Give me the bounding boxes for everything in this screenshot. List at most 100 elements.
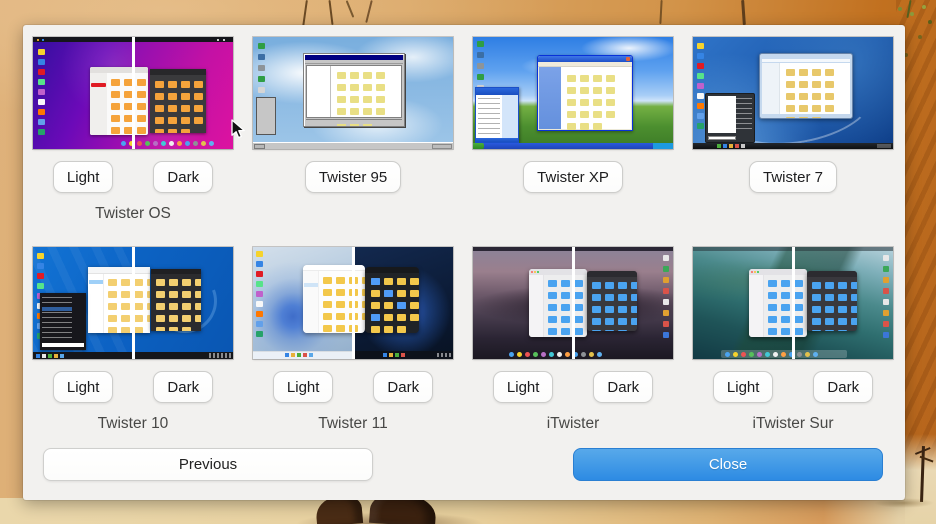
- selected-item-highlight: [304, 283, 318, 287]
- grass-tufts: [922, 5, 926, 9]
- dark-button[interactable]: Dark: [813, 371, 874, 403]
- start-menu: [256, 97, 276, 135]
- taskbar: [693, 143, 893, 149]
- start-menu-programs: [708, 96, 736, 133]
- ribbon-toolbar: [88, 267, 150, 274]
- theme-tile-twister-95: Twister 95: [253, 37, 453, 193]
- start-menu-header: [476, 88, 518, 95]
- file-manager-window-light: [88, 267, 150, 333]
- window-body: [306, 65, 402, 118]
- window-menubar: [305, 60, 403, 64]
- twig: [328, 0, 334, 26]
- split-divider: [792, 247, 795, 359]
- previous-button[interactable]: Previous: [43, 448, 373, 481]
- start-menu-items: [42, 297, 72, 340]
- plant-stem: [741, 0, 746, 26]
- theme-tile-itwister: Light Dark iTwister: [473, 247, 673, 435]
- light-button[interactable]: Light: [52, 371, 114, 403]
- theme-tile-twister-xp: Twister XP: [473, 37, 673, 193]
- variant-buttons: Light Dark: [33, 371, 233, 403]
- start-menu-right-column: [502, 95, 518, 138]
- folder-tree-pane: [307, 66, 331, 117]
- dialog-footer: Previous Close: [23, 448, 905, 481]
- window-titlebar: [365, 267, 419, 273]
- window-titlebar: [807, 271, 857, 277]
- theme-name-label: iTwister: [546, 415, 600, 432]
- dock-icons: [509, 352, 514, 357]
- start-menu-footer: [476, 138, 518, 142]
- desktop-icons: [38, 49, 45, 55]
- file-manager-window-light: [90, 67, 148, 135]
- taskbar-clock: [209, 353, 231, 358]
- light-button[interactable]: Light: [492, 371, 554, 403]
- taskbar-clock: [877, 144, 891, 148]
- desktop-icons: [256, 251, 263, 257]
- start-menu: [40, 293, 86, 350]
- theme-preview-itwister: [473, 247, 673, 359]
- split-divider: [352, 247, 355, 359]
- light-button[interactable]: Light: [52, 161, 114, 193]
- twister-7-button[interactable]: Twister 7: [748, 161, 837, 193]
- finder-window-light: [749, 269, 807, 337]
- folder-grid: [548, 280, 557, 287]
- start-menu: [475, 87, 519, 143]
- start-menu-left-column: [478, 98, 500, 136]
- light-button[interactable]: Light: [712, 371, 774, 403]
- finder-sidebar: [749, 275, 764, 337]
- twister-95-button[interactable]: Twister 95: [304, 161, 402, 193]
- start-menu-search: [42, 343, 84, 347]
- window-titlebar: [587, 271, 637, 277]
- close-button[interactable]: Close: [573, 448, 883, 481]
- variant-buttons: Twister 95: [253, 161, 453, 193]
- variant-buttons: Light Dark: [33, 161, 233, 193]
- twister-xp-button[interactable]: Twister XP: [523, 161, 623, 193]
- theme-tile-twister-11: Light Dark Twister 11: [253, 247, 453, 435]
- split-divider: [572, 247, 575, 359]
- mouse-cursor-icon: [230, 119, 246, 145]
- taskbar-icons: [383, 353, 387, 357]
- file-manager-window-light: [303, 265, 365, 333]
- finder-window-dark: [807, 271, 857, 331]
- dark-button[interactable]: Dark: [373, 371, 434, 403]
- twig: [302, 0, 308, 28]
- folder-grid: [567, 75, 576, 82]
- desktop-icons: [258, 43, 265, 49]
- folder-grid: [156, 279, 165, 286]
- finder-window-light: [529, 269, 587, 337]
- dark-button[interactable]: Dark: [593, 371, 654, 403]
- theme-preview-twister-7: [693, 37, 893, 149]
- theme-name-label: Twister OS: [95, 205, 171, 222]
- variant-buttons: Light Dark: [693, 371, 893, 403]
- theme-preview-twister-os: [33, 37, 233, 149]
- twig: [365, 0, 373, 23]
- file-manager-window-dark: [150, 69, 206, 133]
- taskbar: [253, 142, 453, 149]
- split-divider: [132, 247, 135, 359]
- light-button[interactable]: Light: [272, 371, 334, 403]
- desktop-icons: [477, 41, 484, 47]
- variant-buttons: Light Dark: [473, 371, 673, 403]
- file-manager-window: [537, 55, 633, 131]
- traffic-light-buttons: [751, 271, 753, 273]
- folder-grid: [155, 81, 164, 88]
- folder-grid: [812, 282, 821, 289]
- start-button: [254, 144, 265, 149]
- theme-preview-twister-11: [253, 247, 453, 359]
- taskbar-icons: [717, 144, 721, 148]
- theme-tile-itwister-sur: Light Dark iTwister Sur: [693, 247, 893, 435]
- dark-button[interactable]: Dark: [153, 371, 214, 403]
- selected-item-highlight: [91, 83, 106, 87]
- file-manager-window-dark: [365, 267, 419, 333]
- window-body: [539, 67, 631, 129]
- start-menu-highlight: [42, 307, 72, 311]
- navigation-pane: [762, 63, 780, 114]
- start-menu-right-column: [736, 98, 752, 133]
- taskbar-icons: [285, 353, 289, 357]
- theme-preview-itwister-sur: [693, 247, 893, 359]
- window-body: [762, 63, 850, 114]
- folder-grid: [768, 280, 777, 287]
- finder-sidebar: [529, 275, 544, 337]
- dark-button[interactable]: Dark: [153, 161, 214, 193]
- theme-tile-twister-7: Twister 7: [693, 37, 893, 193]
- app-tiles: [371, 278, 380, 285]
